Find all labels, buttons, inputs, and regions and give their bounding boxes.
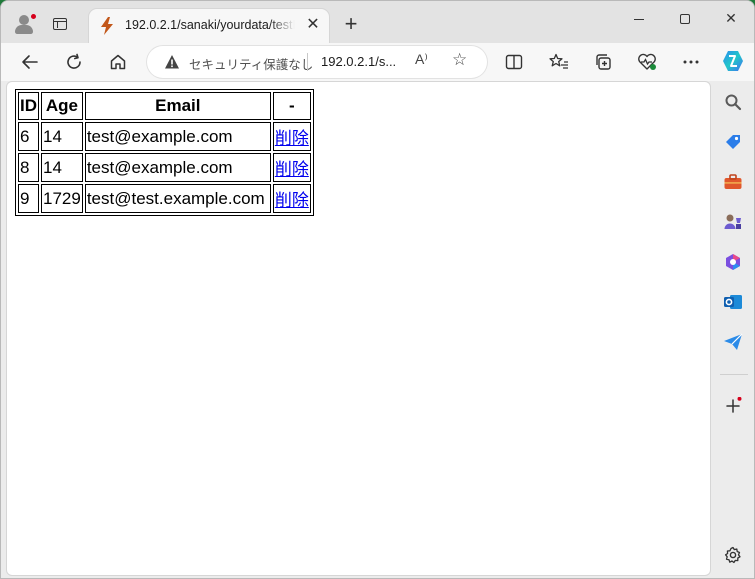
tab-close-icon[interactable]: ✕ — [303, 15, 323, 35]
cell-email: test@example.com — [84, 122, 271, 151]
read-aloud-icon[interactable]: A⁾ — [415, 51, 428, 68]
cell-action: 削除 — [272, 153, 311, 182]
cell-id: 8 — [18, 153, 39, 182]
cell-id: 9 — [18, 184, 39, 213]
data-table: ID Age Email - 6 14 test@example.com 削除 … — [15, 89, 314, 216]
tab-strip: 192.0.2.1/sanaki/yourdata/testIdList ✕ +… — [1, 1, 754, 45]
shopping-tag-icon[interactable] — [722, 131, 744, 153]
cell-age: 1729 — [41, 184, 83, 213]
edge-sidebar — [712, 81, 754, 578]
star-icon[interactable]: ☆ — [452, 50, 467, 70]
profile-icon[interactable] — [11, 10, 37, 36]
table-row: 6 14 test@example.com 削除 — [18, 122, 311, 151]
send-icon[interactable] — [722, 331, 744, 353]
add-sidebar-app-icon[interactable] — [722, 395, 744, 417]
address-separator — [307, 53, 308, 71]
split-screen-icon[interactable] — [501, 49, 527, 75]
cell-action: 削除 — [272, 122, 311, 151]
cell-email: test@test.example.com — [84, 184, 271, 213]
cell-id: 6 — [18, 122, 39, 151]
site-favicon-icon — [101, 17, 113, 35]
new-tab-button[interactable]: + — [340, 13, 362, 35]
active-tab[interactable]: 192.0.2.1/sanaki/yourdata/testIdList ✕ — [89, 9, 329, 45]
more-icon[interactable] — [678, 49, 704, 75]
sidebar-divider — [720, 374, 748, 375]
delete-link[interactable]: 削除 — [275, 160, 309, 179]
delete-link[interactable]: 削除 — [275, 129, 309, 148]
search-icon[interactable] — [722, 91, 744, 113]
collections-icon[interactable] — [590, 49, 616, 75]
back-arrow-icon[interactable] — [17, 49, 43, 75]
home-icon[interactable] — [105, 49, 131, 75]
cell-email: test@example.com — [84, 153, 271, 182]
copilot-icon[interactable] — [719, 47, 747, 75]
header-age: Age — [41, 92, 83, 120]
url-text[interactable]: 192.0.2.1/s... — [321, 54, 396, 69]
page-content: ID Age Email - 6 14 test@example.com 削除 … — [6, 81, 711, 576]
navigation-toolbar: セキュリティ保護なし 192.0.2.1/s... A⁾ ☆ — [1, 43, 754, 81]
tab-actions-icon[interactable] — [53, 18, 67, 30]
header-email: Email — [84, 92, 271, 120]
delete-link[interactable]: 削除 — [275, 191, 309, 210]
favorites-icon[interactable] — [546, 49, 572, 75]
gear-icon[interactable] — [722, 544, 744, 566]
outlook-icon[interactable] — [722, 291, 744, 313]
maximize-button[interactable] — [662, 5, 708, 31]
address-bar[interactable]: セキュリティ保護なし 192.0.2.1/s... A⁾ ☆ — [147, 46, 487, 78]
table-header-row: ID Age Email - — [18, 92, 311, 120]
cell-action: 削除 — [272, 184, 311, 213]
table-row: 8 14 test@example.com 削除 — [18, 153, 311, 182]
security-label[interactable]: セキュリティ保護なし — [189, 54, 313, 73]
games-icon[interactable] — [722, 211, 744, 233]
cell-age: 14 — [41, 153, 83, 182]
header-id: ID — [18, 92, 39, 120]
microsoft365-icon[interactable] — [722, 251, 744, 273]
tab-title: 192.0.2.1/sanaki/yourdata/testIdList — [125, 18, 295, 32]
browser-window: 192.0.2.1/sanaki/yourdata/testIdList ✕ +… — [0, 0, 755, 579]
warning-icon[interactable] — [164, 54, 180, 70]
refresh-icon[interactable] — [61, 49, 87, 75]
header-action: - — [272, 92, 311, 120]
browser-essentials-icon[interactable] — [634, 49, 660, 75]
table-row: 9 1729 test@test.example.com 削除 — [18, 184, 311, 213]
close-window-button[interactable]: ✕ — [708, 5, 754, 31]
tools-icon[interactable] — [722, 171, 744, 193]
minimize-button[interactable] — [616, 5, 662, 31]
cell-age: 14 — [41, 122, 83, 151]
